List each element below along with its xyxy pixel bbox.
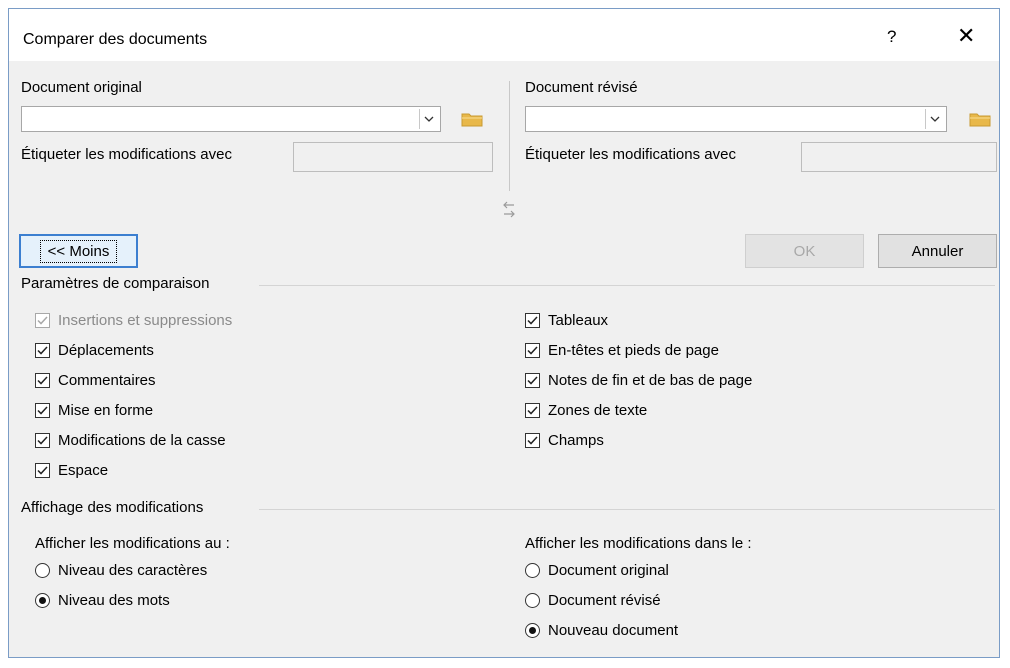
show-changes-in-label: Afficher les modifications dans le : xyxy=(525,535,752,552)
checkbox-fields[interactable]: Champs xyxy=(525,432,604,449)
radio-label: Nouveau document xyxy=(548,622,679,639)
revised-label-changes-label: Étiqueter les modifications avec xyxy=(525,146,736,163)
radio-revised-document[interactable]: Document révisé xyxy=(525,592,661,609)
compare-documents-dialog: Comparer des documents ? ✕ Document orig… xyxy=(8,8,1000,658)
checkbox-label: Modifications de la casse xyxy=(58,432,226,449)
radio-selected-dot xyxy=(529,627,536,634)
checkbox-box xyxy=(35,313,50,328)
checkbox-box xyxy=(525,343,540,358)
checkbox-headers-footers[interactable]: En-têtes et pieds de page xyxy=(525,342,719,359)
radio-new-document[interactable]: Nouveau document xyxy=(525,622,678,639)
checkbox-moves[interactable]: Déplacements xyxy=(35,342,154,359)
checkbox-label: Champs xyxy=(548,432,604,449)
revised-label-changes-field[interactable] xyxy=(801,142,997,172)
revised-document-label: Document révisé xyxy=(525,79,638,96)
checkbox-label: Insertions et suppressions xyxy=(58,312,233,329)
checkbox-box xyxy=(35,343,50,358)
checkbox-label: Commentaires xyxy=(58,372,156,389)
vertical-divider xyxy=(509,81,510,191)
radio-circle xyxy=(525,563,540,578)
checkbox-tables[interactable]: Tableaux xyxy=(525,312,608,329)
radio-circle xyxy=(525,623,540,638)
checkbox-box xyxy=(525,313,540,328)
divider xyxy=(259,509,995,510)
help-button[interactable]: ? xyxy=(887,27,896,47)
cancel-button[interactable]: Annuler xyxy=(878,234,997,268)
chevron-down-icon[interactable] xyxy=(419,109,438,129)
original-document-label: Document original xyxy=(21,79,142,96)
radio-circle xyxy=(35,593,50,608)
checkbox-box xyxy=(35,373,50,388)
checkbox-label: Notes de fin et de bas de page xyxy=(548,372,753,389)
radio-selected-dot xyxy=(39,597,46,604)
checkbox-box xyxy=(35,433,50,448)
checkbox-formatting[interactable]: Mise en forme xyxy=(35,402,153,419)
checkbox-label: Tableaux xyxy=(548,312,609,329)
comparison-settings-title: Paramètres de comparaison xyxy=(21,275,210,292)
radio-character-level[interactable]: Niveau des caractères xyxy=(35,562,207,579)
show-changes-at-label: Afficher les modifications au : xyxy=(35,535,230,552)
checkbox-label: Déplacements xyxy=(58,342,154,359)
radio-label: Niveau des caractères xyxy=(58,562,208,579)
divider xyxy=(259,285,995,286)
checkbox-label: Mise en forme xyxy=(58,402,154,419)
checkbox-case-changes[interactable]: Modifications de la casse xyxy=(35,432,226,449)
radio-circle xyxy=(525,593,540,608)
original-label-changes-label: Étiqueter les modifications avec xyxy=(21,146,232,163)
title-bar: Comparer des documents ? ✕ xyxy=(9,9,999,61)
dialog-title: Comparer des documents xyxy=(23,31,208,48)
checkbox-box xyxy=(35,403,50,418)
checkbox-footnotes-endnotes[interactable]: Notes de fin et de bas de page xyxy=(525,372,752,389)
checkbox-label: En-têtes et pieds de page xyxy=(548,342,719,359)
checkbox-box xyxy=(525,373,540,388)
radio-word-level[interactable]: Niveau des mots xyxy=(35,592,170,609)
radio-circle xyxy=(35,563,50,578)
original-document-combobox[interactable] xyxy=(21,106,441,132)
checkbox-white-space[interactable]: Espace xyxy=(35,462,108,479)
revised-document-combobox[interactable] xyxy=(525,106,947,132)
checkbox-box xyxy=(525,433,540,448)
radio-original-document[interactable]: Document original xyxy=(525,562,669,579)
chevron-down-icon[interactable] xyxy=(925,109,944,129)
folder-icon[interactable] xyxy=(969,111,991,127)
checkbox-label: Zones de texte xyxy=(548,402,648,419)
checkbox-text-boxes[interactable]: Zones de texte xyxy=(525,402,647,419)
checkbox-comments[interactable]: Commentaires xyxy=(35,372,156,389)
radio-label: Document original xyxy=(548,562,669,579)
less-button-label: << Moins xyxy=(39,239,118,263)
checkbox-box xyxy=(35,463,50,478)
folder-icon[interactable] xyxy=(461,111,483,127)
radio-label: Niveau des mots xyxy=(58,592,170,609)
checkbox-label: Espace xyxy=(58,462,109,479)
ok-button[interactable]: OK xyxy=(745,234,864,268)
swap-icon[interactable] xyxy=(501,199,517,221)
less-button[interactable]: << Moins xyxy=(19,234,138,268)
checkbox-box xyxy=(525,403,540,418)
radio-label: Document révisé xyxy=(548,592,661,609)
display-changes-title: Affichage des modifications xyxy=(21,499,204,516)
checkbox-insertions-deletions[interactable]: Insertions et suppressions xyxy=(35,312,232,329)
close-button[interactable]: ✕ xyxy=(957,23,975,49)
original-label-changes-field[interactable] xyxy=(293,142,493,172)
